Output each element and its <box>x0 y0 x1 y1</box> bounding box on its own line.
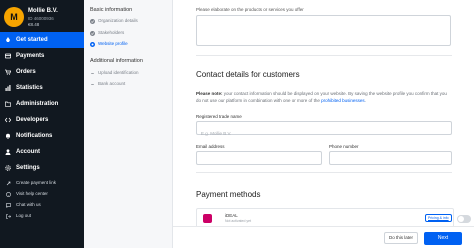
steps-heading-basic: Basic information <box>90 7 133 13</box>
sidebar-item-label: Settings <box>16 165 40 171</box>
payment-methods-title: Payment methods <box>196 190 261 199</box>
cart-icon <box>5 69 11 75</box>
payment-method-name: iDEAL <box>225 213 238 218</box>
note-end: . <box>364 98 366 103</box>
step-label: Bank account <box>98 81 126 86</box>
email-field[interactable] <box>196 151 322 170</box>
phone-field[interactable] <box>329 151 452 170</box>
code-icon <box>5 117 11 123</box>
sidebar-item-label: Developers <box>16 117 49 123</box>
check-circle-icon <box>90 18 95 24</box>
next-button[interactable]: Next <box>424 232 462 245</box>
main-sidebar: M Mollie B.V. ID 46000936 €8.48 Get star… <box>0 0 84 248</box>
organization-balance: €8.48 <box>28 22 40 27</box>
sidebar-link-label: Visit help center <box>16 191 48 196</box>
sidebar-item-statistics[interactable]: Statistics <box>0 80 84 96</box>
contact-note: Please note: your contact information sh… <box>196 90 452 104</box>
pricing-info-link[interactable]: Pricing & info <box>425 214 452 222</box>
sidebar-link-label: Chat with us <box>16 202 41 207</box>
onboarding-steps: Basic information Organization details S… <box>84 0 173 248</box>
sidebar-item-developers[interactable]: Developers <box>0 112 84 128</box>
organization-avatar: M <box>4 7 24 27</box>
step-label: Stakeholders <box>98 30 125 35</box>
steps-heading-additional: Additional information <box>90 58 143 64</box>
step-label: Upload identification <box>98 70 139 75</box>
sidebar-item-label: Statistics <box>16 85 43 91</box>
sidebar-item-label: Administration <box>16 101 59 107</box>
email-label: Email address <box>196 144 225 149</box>
current-step-icon <box>90 41 95 47</box>
sidebar-item-get-started[interactable]: Get started <box>0 32 84 48</box>
sidebar-item-payments[interactable]: Payments <box>0 48 84 64</box>
link-icon <box>6 181 11 185</box>
sidebar-link-help-center[interactable]: Visit help center <box>0 189 84 199</box>
sidebar-item-label: Get started <box>16 37 48 43</box>
section-divider <box>196 172 452 173</box>
ideal-logo-icon <box>203 214 212 223</box>
organization-switcher[interactable]: M Mollie B.V. ID 46000936 €8.48 <box>4 6 82 30</box>
do-this-later-button[interactable]: Do this later <box>384 232 418 244</box>
trade-name-input[interactable] <box>197 127 451 140</box>
sidebar-item-label: Payments <box>16 53 45 59</box>
sidebar-link-label: Log out <box>16 213 32 218</box>
rocket-icon <box>6 37 10 42</box>
email-input[interactable] <box>197 157 321 170</box>
chart-icon <box>5 85 11 91</box>
prohibited-businesses-link[interactable]: prohibited businesses <box>321 98 365 103</box>
help-icon <box>6 191 11 197</box>
sidebar-link-log-out[interactable]: Log out <box>0 211 84 221</box>
user-icon <box>5 149 11 155</box>
sidebar-item-label: Orders <box>16 69 36 75</box>
step-label: Organization details <box>98 18 138 23</box>
organization-name: Mollie B.V. <box>28 8 58 14</box>
description-hint: Please elaborate on the products or serv… <box>196 7 304 12</box>
payment-method-status: Not activated yet <box>225 219 252 223</box>
sidebar-item-settings[interactable]: Settings <box>0 160 84 176</box>
description-textarea[interactable] <box>196 15 451 46</box>
bell-icon <box>6 133 10 139</box>
sidebar-item-administration[interactable]: Administration <box>0 96 84 112</box>
sidebar-item-notifications[interactable]: Notifications <box>0 128 84 144</box>
gear-icon <box>5 165 11 171</box>
card-icon <box>5 53 11 59</box>
form-footer: Do this later Next <box>173 226 474 249</box>
dash-icon <box>91 72 94 74</box>
step-label: Website profile <box>98 41 128 46</box>
website-profile-form: Please elaborate on the products or serv… <box>173 0 474 248</box>
payment-method-toggle[interactable] <box>457 215 471 223</box>
logout-icon <box>6 213 11 219</box>
trade-name-field[interactable] <box>196 121 452 140</box>
folder-icon <box>5 101 11 107</box>
phone-label: Phone number <box>329 144 359 149</box>
trade-name-label: Registered trade name <box>196 114 242 119</box>
phone-input[interactable] <box>330 157 451 170</box>
sidebar-item-orders[interactable]: Orders <box>0 64 84 80</box>
contact-section-title: Contact details for customers <box>196 70 300 79</box>
sidebar-item-label: Account <box>16 149 40 155</box>
check-circle-icon <box>90 30 95 36</box>
dash-icon <box>91 83 94 85</box>
sidebar-item-label: Notifications <box>16 133 53 139</box>
organization-id: ID 46000936 <box>28 16 54 21</box>
sidebar-link-chat[interactable]: Chat with us <box>0 200 84 210</box>
sidebar-link-label: Create payment link <box>16 180 57 185</box>
sidebar-item-account[interactable]: Account <box>0 144 84 160</box>
section-divider <box>196 55 452 56</box>
sidebar-link-create-payment-link[interactable]: Create payment link <box>0 178 84 188</box>
note-label: Please note: <box>196 91 223 96</box>
chat-icon <box>6 202 11 208</box>
